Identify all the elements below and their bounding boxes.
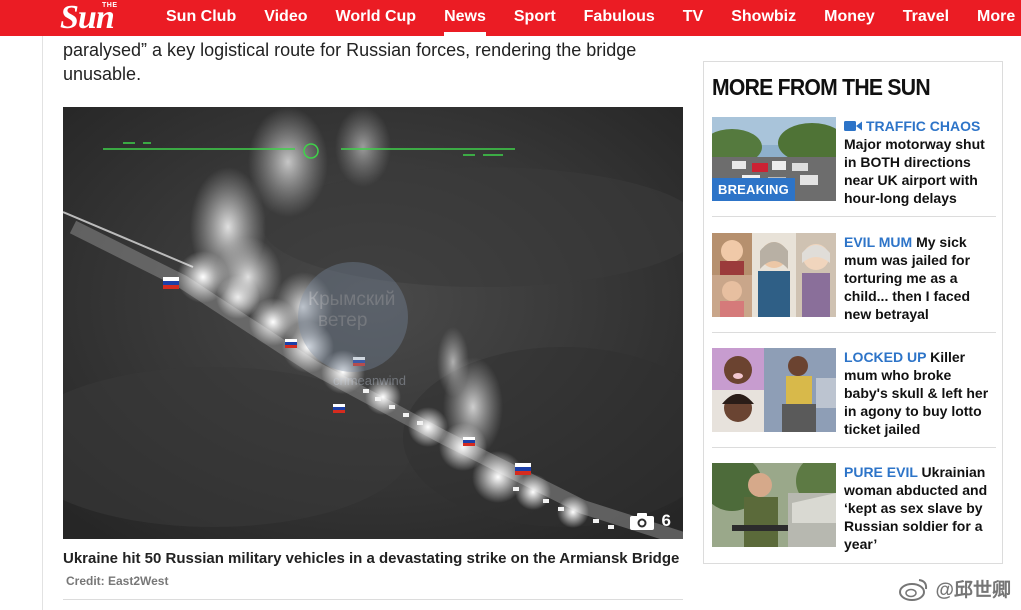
photo-watermark-line3: crimeanwind	[333, 373, 406, 388]
page-gutter-divider	[42, 36, 43, 610]
story-divider	[712, 447, 996, 448]
article-main-photo[interactable]: Крымский ветер crimeanwind 6	[63, 107, 683, 539]
sidebar-title: MORE FROM THE SUN	[712, 74, 931, 100]
watermark-text: @邱世卿	[935, 580, 1011, 601]
photo-watermark-line1: Крымский	[308, 289, 395, 310]
story-thumbnail[interactable]	[712, 348, 836, 432]
story-divider	[712, 216, 996, 217]
sidebar-story[interactable]: BREAKING TRAFFIC CHAOS Major motorway sh…	[712, 117, 996, 206]
nav-item-showbiz[interactable]: Showbiz	[717, 0, 810, 36]
story-headline: Major motorway shut in BOTH directions n…	[844, 136, 985, 206]
weibo-icon	[899, 577, 929, 601]
nav-item-news[interactable]: News	[430, 0, 500, 36]
video-camera-icon	[844, 118, 862, 131]
story-text[interactable]: PURE EVIL Ukrainian woman abducted and ‘…	[844, 463, 996, 552]
camera-icon	[629, 512, 654, 530]
the-sun-logo[interactable]: THE Sun	[60, 0, 152, 36]
thermal-strike-image: Крымский ветер crimeanwind	[63, 107, 683, 539]
nav-item-more[interactable]: More	[963, 0, 1021, 36]
story-text[interactable]: LOCKED UP Killer mum who broke baby's sk…	[844, 348, 996, 437]
photo-watermark-line2: ветер	[318, 310, 367, 331]
caption-divider	[63, 599, 683, 600]
nav-item-sport[interactable]: Sport	[500, 0, 570, 36]
nav-item-travel[interactable]: Travel	[889, 0, 963, 36]
story-thumbnail[interactable]: BREAKING	[712, 117, 836, 201]
nav-item-video[interactable]: Video	[250, 0, 321, 36]
nav-item-tv[interactable]: TV	[669, 0, 717, 36]
article-body: paralysed” a key logistical route for Ru…	[63, 36, 688, 600]
top-navigation: THE Sun Sun Club Video World Cup News Sport F…	[0, 0, 1021, 36]
story-kicker: LOCKED UP	[844, 349, 927, 365]
story-thumbnail[interactable]	[712, 463, 836, 547]
sidebar-story[interactable]: EVIL MUM My sick mum was jailed for tort…	[712, 233, 996, 322]
nav-item-world-cup[interactable]: World Cup	[322, 0, 431, 36]
story-text[interactable]: EVIL MUM My sick mum was jailed for tort…	[844, 233, 996, 322]
story-text[interactable]: TRAFFIC CHAOS Major motorway shut in BOT…	[844, 117, 996, 206]
gallery-count[interactable]: 6	[629, 511, 671, 531]
breaking-badge: BREAKING	[712, 178, 795, 201]
nav-item-money[interactable]: Money	[810, 0, 889, 36]
photo-caption-text: Ukraine hit 50 Russian military vehicles…	[63, 550, 680, 567]
article-lead-paragraph: paralysed” a key logistical route for Ru…	[63, 40, 637, 84]
sidebar-story[interactable]: PURE EVIL Ukrainian woman abducted and ‘…	[712, 463, 996, 552]
more-from-the-sun-sidebar: MORE FROM THE SUN BREAKING TRAFFIC CHAOS…	[703, 61, 1003, 564]
story-kicker: PURE EVIL	[844, 464, 918, 480]
story-divider	[712, 332, 996, 333]
photo-caption: Ukraine hit 50 Russian military vehicles…	[63, 548, 688, 592]
logo-the-text: THE	[102, 2, 118, 9]
sidebar-story[interactable]: LOCKED UP Killer mum who broke baby's sk…	[712, 348, 996, 437]
story-kicker: TRAFFIC CHAOS	[866, 118, 981, 134]
nav-items: Sun Club Video World Cup News Sport Fabulous T…	[152, 0, 1021, 36]
story-kicker: EVIL MUM	[844, 234, 913, 250]
nav-item-sun-club[interactable]: Sun Club	[152, 0, 250, 36]
weibo-watermark: @邱世卿	[899, 575, 1011, 602]
story-thumbnail[interactable]	[712, 233, 836, 317]
gallery-count-number: 6	[661, 511, 671, 530]
photo-credit: Credit: East2West	[66, 574, 169, 588]
nav-item-fabulous[interactable]: Fabulous	[570, 0, 669, 36]
